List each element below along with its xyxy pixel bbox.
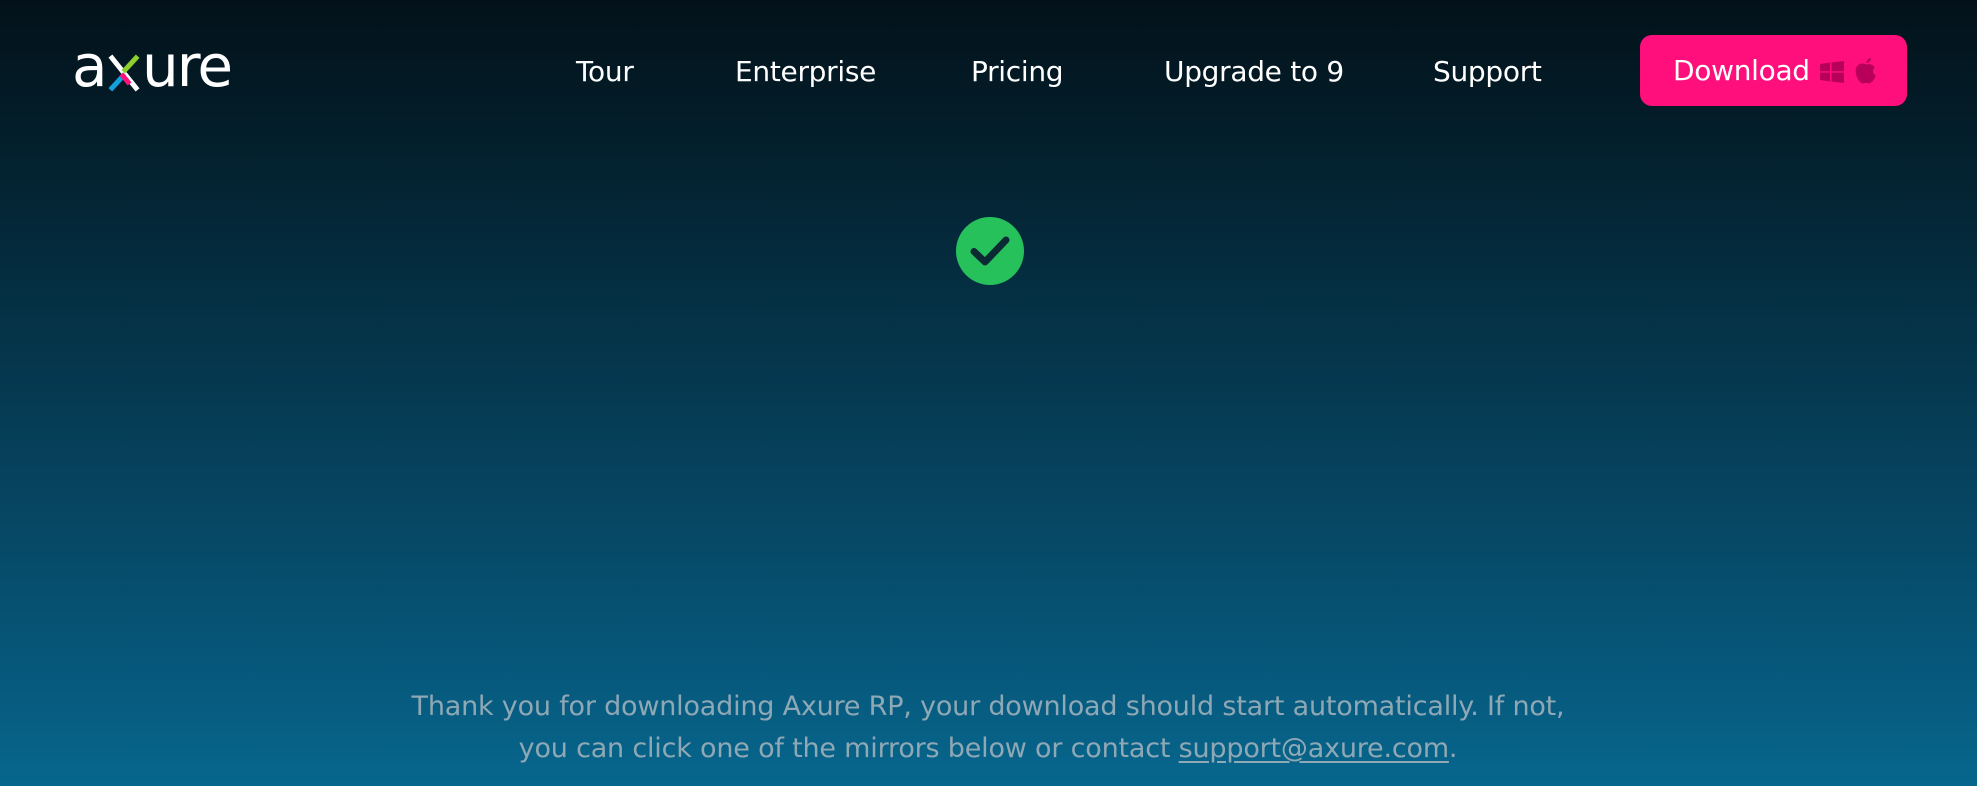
check-circle-icon <box>956 217 1024 285</box>
nav-tour[interactable]: Tour <box>576 54 634 90</box>
nav-support[interactable]: Support <box>1433 54 1542 90</box>
apple-icon <box>1855 58 1876 84</box>
site-header: a ure Tour Enterprise Pricing Upgrade to… <box>0 0 1977 145</box>
support-email-link[interactable]: support@axure.com <box>1179 733 1449 764</box>
nav-enterprise[interactable]: Enterprise <box>735 54 876 90</box>
nav-pricing[interactable]: Pricing <box>971 54 1064 90</box>
download-message: Thank you for downloading Axure RP, your… <box>338 686 1638 770</box>
message-line-2: you can click one of the mirrors below o… <box>338 728 1638 770</box>
download-button[interactable]: Download <box>1640 35 1907 106</box>
message-line-1: Thank you for downloading Axure RP, your… <box>411 691 1565 722</box>
message-line-2-prefix: you can click one of the mirrors below o… <box>518 733 1179 764</box>
message-line-2-suffix: . <box>1448 733 1458 764</box>
download-button-label: Download <box>1673 54 1810 87</box>
nav-upgrade[interactable]: Upgrade to 9 <box>1164 54 1344 90</box>
windows-icon <box>1820 61 1844 83</box>
